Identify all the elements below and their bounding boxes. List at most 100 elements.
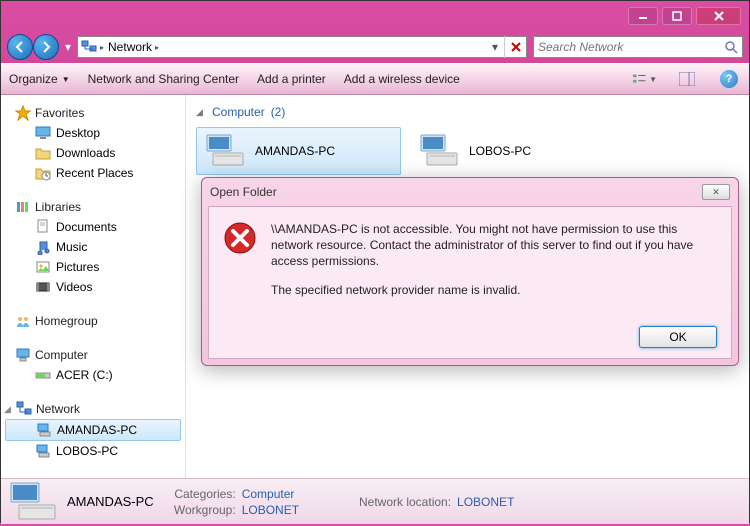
meta-value: LOBONET: [457, 495, 514, 509]
pc-icon: [419, 133, 459, 169]
meta-label: Network location:: [341, 495, 451, 509]
chevron-down-icon: ▼: [62, 75, 70, 84]
details-pane: AMANDAS-PC Categories: Computer Workgroup…: [1, 478, 749, 524]
group-header-computer[interactable]: ◢ Computer (2): [196, 101, 739, 127]
computer-item-lobos[interactable]: LOBOS-PC: [411, 127, 616, 175]
sidebar-item-label: Homegroup: [35, 314, 98, 328]
sidebar-item-lobos-pc[interactable]: LOBOS-PC: [1, 441, 185, 461]
collapse-icon[interactable]: ◢: [196, 107, 206, 118]
computer-name: AMANDAS-PC: [255, 144, 335, 158]
meta-label: Workgroup:: [166, 503, 236, 517]
homegroup-icon: [15, 313, 31, 329]
sidebar-item-label: Downloads: [56, 146, 115, 160]
view-options-button[interactable]: ▼: [633, 68, 657, 90]
history-dropdown[interactable]: ▾: [61, 34, 75, 60]
dialog-body: \\AMANDAS-PC is not accessible. You migh…: [208, 206, 732, 359]
stop-refresh-button[interactable]: [504, 36, 526, 58]
sidebar-item-drive-c[interactable]: ACER (C:): [1, 365, 185, 385]
pc-icon: [205, 133, 245, 169]
sidebar-item-recent[interactable]: Recent Places: [1, 163, 185, 183]
titlebar: [1, 1, 749, 31]
sidebar-item-documents[interactable]: Documents: [1, 217, 185, 237]
details-name: AMANDAS-PC: [67, 494, 154, 509]
sidebar-item-label: LOBOS-PC: [56, 444, 118, 458]
add-printer-button[interactable]: Add a printer: [257, 72, 326, 86]
add-wireless-button[interactable]: Add a wireless device: [344, 72, 460, 86]
forward-button[interactable]: [33, 34, 59, 60]
sidebar-item-desktop[interactable]: Desktop: [1, 123, 185, 143]
music-icon: [35, 239, 51, 255]
search-box[interactable]: [533, 36, 743, 58]
sidebar-network[interactable]: ◢ Network: [1, 399, 185, 419]
pc-icon: [36, 422, 52, 438]
sidebar-favorites[interactable]: Favorites: [1, 103, 185, 123]
collapse-icon[interactable]: ◢: [3, 405, 12, 414]
sharing-center-button[interactable]: Network and Sharing Center: [88, 72, 239, 86]
libraries-icon: [15, 199, 31, 215]
sidebar-item-label: Network: [36, 402, 80, 416]
dialog-close-button[interactable]: ✕: [702, 184, 730, 200]
chevron-right-icon[interactable]: ▸: [155, 43, 159, 52]
organize-menu[interactable]: Organize ▼: [9, 72, 70, 86]
network-icon: [16, 401, 32, 417]
pc-icon: [35, 443, 51, 459]
address-dropdown[interactable]: ▾: [486, 40, 504, 54]
sidebar-item-label: Pictures: [56, 260, 99, 274]
breadcrumb-label: Network: [108, 40, 152, 54]
meta-value: Computer: [242, 487, 295, 501]
help-icon: ?: [720, 70, 738, 88]
toolbar: Organize ▼ Network and Sharing Center Ad…: [1, 63, 749, 95]
error-icon: [223, 221, 257, 255]
desktop-icon: [35, 125, 51, 141]
sidebar-item-label: Favorites: [35, 106, 84, 120]
search-input[interactable]: [538, 40, 724, 54]
sidebar-item-label: Libraries: [35, 200, 81, 214]
sidebar-libraries[interactable]: Libraries: [1, 197, 185, 217]
dialog-message-1: \\AMANDAS-PC is not accessible. You migh…: [271, 221, 717, 270]
sidebar-item-label: Documents: [56, 220, 117, 234]
error-dialog: Open Folder ✕ \\AMANDAS-PC is not access…: [201, 177, 739, 366]
maximize-button[interactable]: [662, 7, 692, 25]
dialog-titlebar[interactable]: Open Folder ✕: [202, 178, 738, 206]
organize-label: Organize: [9, 72, 58, 86]
folder-icon: [35, 145, 51, 161]
minimize-button[interactable]: [628, 7, 658, 25]
sidebar-item-music[interactable]: Music: [1, 237, 185, 257]
star-icon: [15, 105, 31, 121]
sidebar-item-videos[interactable]: Videos: [1, 277, 185, 297]
sidebar-item-label: Desktop: [56, 126, 100, 140]
pc-icon: [9, 481, 57, 523]
sidebar-item-amandas-pc[interactable]: AMANDAS-PC: [5, 419, 181, 441]
recent-icon: [35, 165, 51, 181]
sidebar-homegroup[interactable]: Homegroup: [1, 311, 185, 331]
drive-icon: [35, 367, 51, 383]
preview-pane-button[interactable]: [675, 68, 699, 90]
computer-item-amandas[interactable]: AMANDAS-PC: [196, 127, 401, 175]
sidebar-item-label: Videos: [56, 280, 92, 294]
computer-icon: [15, 347, 31, 363]
group-count: (2): [271, 105, 286, 119]
meta-label: Categories:: [166, 487, 236, 501]
back-button[interactable]: [7, 34, 33, 60]
sidebar: Favorites Desktop Downloads Recent Place…: [1, 95, 186, 478]
sidebar-item-label: Computer: [35, 348, 88, 362]
breadcrumb-network[interactable]: Network ▸: [104, 40, 163, 54]
search-icon: [724, 40, 738, 54]
sidebar-item-label: Recent Places: [56, 166, 133, 180]
sidebar-computer[interactable]: Computer: [1, 345, 185, 365]
sidebar-item-pictures[interactable]: Pictures: [1, 257, 185, 277]
dialog-message-2: The specified network provider name is i…: [271, 282, 717, 298]
network-icon: [80, 39, 98, 55]
sidebar-item-downloads[interactable]: Downloads: [1, 143, 185, 163]
pictures-icon: [35, 259, 51, 275]
sidebar-item-label: AMANDAS-PC: [57, 423, 137, 437]
close-button[interactable]: [696, 7, 741, 25]
meta-value: LOBONET: [242, 503, 299, 517]
address-bar[interactable]: ▸ Network ▸ ▾: [77, 36, 527, 58]
group-label: Computer: [212, 105, 265, 119]
sidebar-item-label: Music: [56, 240, 87, 254]
navbar: ▾ ▸ Network ▸ ▾: [1, 31, 749, 63]
dialog-title: Open Folder: [210, 185, 702, 199]
ok-button[interactable]: OK: [639, 326, 717, 348]
help-button[interactable]: ?: [717, 68, 741, 90]
